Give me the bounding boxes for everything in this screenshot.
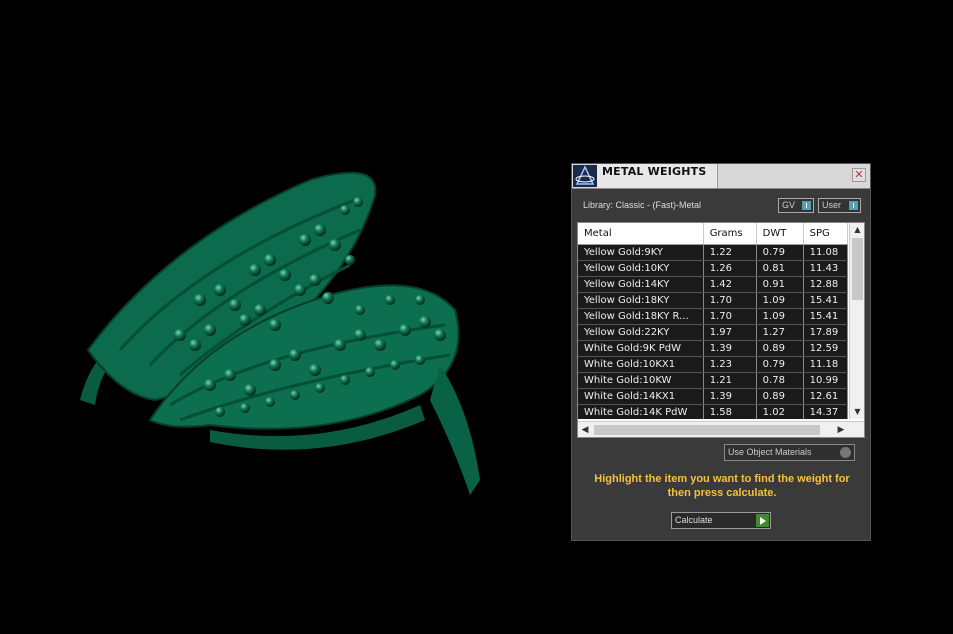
- grams-cell: 1.70: [703, 292, 757, 309]
- ring-model: [80, 171, 480, 495]
- metal-cell: White Gold:10KX1: [578, 356, 704, 373]
- vertical-scroll-thumb[interactable]: [852, 238, 863, 300]
- app-logo-icon: [573, 165, 597, 187]
- play-icon: [756, 514, 769, 527]
- panel-title: METAL WEIGHTS: [602, 165, 707, 178]
- scroll-left-icon[interactable]: ◀: [578, 422, 592, 437]
- metal-weights-panel: METAL WEIGHTS ✕ Library: Classic - (Fast…: [571, 163, 871, 541]
- dwt-cell: 0.78: [756, 372, 804, 389]
- table-row[interactable]: Yellow Gold:10KY 1.26 0.81 11.43: [578, 260, 848, 277]
- column-header-dwt[interactable]: DWT: [756, 223, 804, 245]
- use-object-materials-toggle[interactable]: Use Object Materials: [724, 444, 855, 461]
- column-header-spg[interactable]: SPG: [803, 223, 848, 245]
- spg-cell: 15.41: [803, 292, 848, 309]
- dwt-cell: 0.79: [756, 244, 804, 261]
- scroll-right-icon[interactable]: ▶: [834, 422, 848, 437]
- dwt-cell: 0.89: [756, 340, 804, 357]
- metal-cell: Yellow Gold:18KY: [578, 292, 704, 309]
- table-row[interactable]: White Gold:9K PdW 1.39 0.89 12.59: [578, 340, 848, 357]
- table-row[interactable]: Yellow Gold:18KY R... 1.70 1.09 15.41: [578, 308, 848, 325]
- horizontal-scroll-thumb[interactable]: [594, 425, 820, 435]
- table-row[interactable]: Yellow Gold:22KY 1.97 1.27 17.89: [578, 324, 848, 341]
- table-row[interactable]: White Gold:14K PdW 1.58 1.02 14.37: [578, 404, 848, 419]
- table-row[interactable]: White Gold:14KX1 1.39 0.89 12.61: [578, 388, 848, 405]
- dwt-cell: 1.09: [756, 308, 804, 325]
- metal-cell: Yellow Gold:18KY R...: [578, 308, 704, 325]
- instructions-text: Highlight the item you want to find the …: [594, 473, 850, 499]
- spg-cell: 12.88: [803, 276, 848, 293]
- use-object-materials-label: Use Object Materials: [728, 447, 812, 457]
- metal-table-viewport: Metal Grams DWT SPG Yellow Gold:9KY 1.22 0…: [578, 223, 848, 419]
- toggle-switch-icon: [802, 201, 811, 210]
- grams-cell: 1.21: [703, 372, 757, 389]
- toggle-switch-icon: [849, 201, 858, 210]
- spg-cell: 11.18: [803, 356, 848, 373]
- calculate-label: Calculate: [675, 515, 713, 525]
- grams-cell: 1.26: [703, 260, 757, 277]
- metal-cell: Yellow Gold:9KY: [578, 244, 704, 261]
- user-toggle-label: User: [822, 200, 842, 210]
- dwt-cell: 0.91: [756, 276, 804, 293]
- dwt-cell: 1.09: [756, 292, 804, 309]
- grams-cell: 1.39: [703, 340, 757, 357]
- panel-titlebar[interactable]: METAL WEIGHTS ✕: [572, 164, 870, 189]
- table-row[interactable]: Yellow Gold:18KY 1.70 1.09 15.41: [578, 292, 848, 309]
- spg-cell: 10.99: [803, 372, 848, 389]
- calculate-button[interactable]: Calculate: [671, 512, 771, 529]
- metal-table: Metal Grams DWT SPG Yellow Gold:9KY 1.22 0…: [577, 222, 865, 438]
- radio-knob-icon: [840, 447, 851, 458]
- table-row[interactable]: Yellow Gold:9KY 1.22 0.79 11.08: [578, 244, 848, 261]
- vertical-scrollbar[interactable]: ▲ ▼: [849, 223, 864, 419]
- close-icon: ✕: [854, 168, 864, 181]
- metal-cell: Yellow Gold:10KY: [578, 260, 704, 277]
- grams-cell: 1.39: [703, 388, 757, 405]
- grams-cell: 1.23: [703, 356, 757, 373]
- spg-cell: 14.37: [803, 404, 848, 419]
- spg-cell: 12.61: [803, 388, 848, 405]
- gv-toggle-label: GV: [782, 200, 796, 210]
- metal-cell: White Gold:14KX1: [578, 388, 704, 405]
- table-header-row: Metal Grams DWT SPG: [578, 223, 848, 245]
- grams-cell: 1.70: [703, 308, 757, 325]
- metal-cell: White Gold:14K PdW: [578, 404, 704, 419]
- dwt-cell: 0.79: [756, 356, 804, 373]
- dwt-cell: 1.27: [756, 324, 804, 341]
- metal-cell: White Gold:9K PdW: [578, 340, 704, 357]
- metal-cell: White Gold:10KW: [578, 372, 704, 389]
- gv-toggle[interactable]: GV: [778, 198, 814, 213]
- metal-weights-table: Metal Grams DWT SPG Yellow Gold:9KY 1.22 0…: [578, 223, 848, 419]
- grams-cell: 1.22: [703, 244, 757, 261]
- spg-cell: 11.43: [803, 260, 848, 277]
- metal-cell: Yellow Gold:22KY: [578, 324, 704, 341]
- table-row[interactable]: White Gold:10KW 1.21 0.78 10.99: [578, 372, 848, 389]
- spg-cell: 11.08: [803, 244, 848, 261]
- spg-cell: 12.59: [803, 340, 848, 357]
- library-label: Library: Classic - (Fast)-Metal: [583, 200, 702, 210]
- spg-cell: 17.89: [803, 324, 848, 341]
- spg-cell: 15.41: [803, 308, 848, 325]
- table-row[interactable]: White Gold:10KX1 1.23 0.79 11.18: [578, 356, 848, 373]
- dwt-cell: 0.89: [756, 388, 804, 405]
- table-row[interactable]: Yellow Gold:14KY 1.42 0.91 12.88: [578, 276, 848, 293]
- column-header-grams[interactable]: Grams: [703, 223, 757, 245]
- dwt-cell: 0.81: [756, 260, 804, 277]
- grams-cell: 1.42: [703, 276, 757, 293]
- panel-title-tab: METAL WEIGHTS: [597, 164, 718, 188]
- dwt-cell: 1.02: [756, 404, 804, 419]
- scroll-up-icon[interactable]: ▲: [850, 223, 864, 237]
- column-header-metal[interactable]: Metal: [578, 223, 704, 245]
- close-button[interactable]: ✕: [852, 168, 866, 182]
- metal-cell: Yellow Gold:14KY: [578, 276, 704, 293]
- grams-cell: 1.97: [703, 324, 757, 341]
- user-toggle[interactable]: User: [818, 198, 861, 213]
- scroll-down-icon[interactable]: ▼: [850, 405, 864, 419]
- horizontal-scrollbar[interactable]: ◀ ▶: [578, 421, 864, 437]
- grams-cell: 1.58: [703, 404, 757, 419]
